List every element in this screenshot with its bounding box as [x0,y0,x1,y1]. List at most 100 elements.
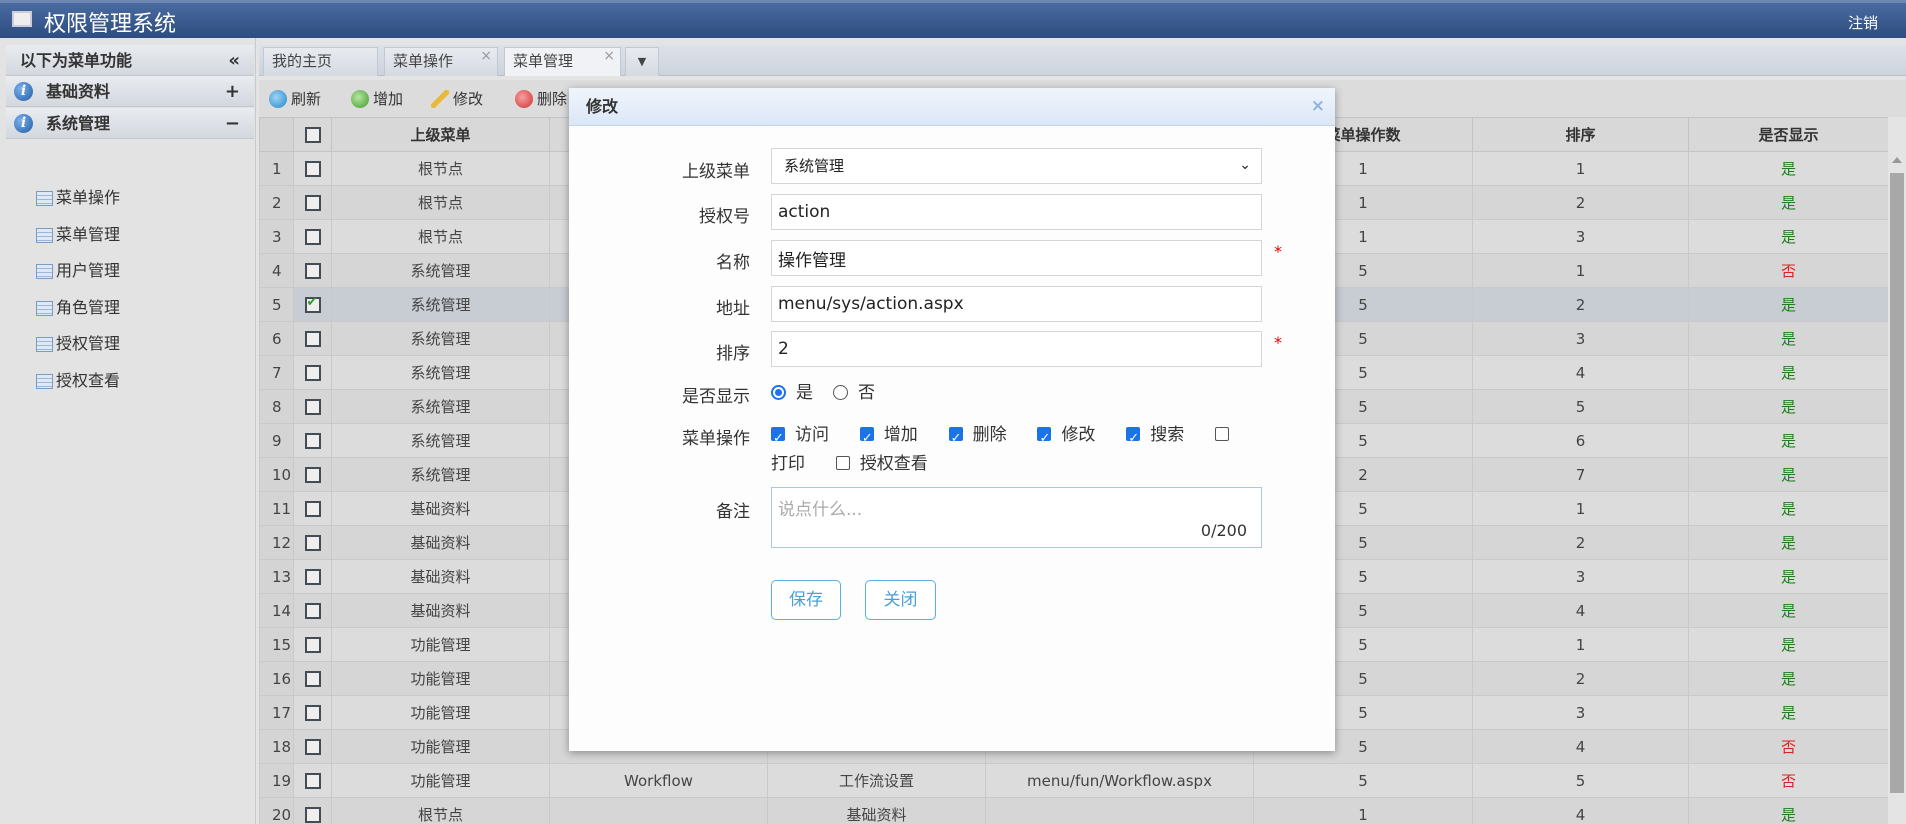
checkbox[interactable] [304,467,321,483]
scroll-up-icon[interactable] [1892,157,1902,163]
sidebar-item[interactable]: 菜单管理 [36,220,120,250]
row-checkbox[interactable] [293,525,332,560]
tab-dropdown-button[interactable]: ▼ [625,47,659,76]
row-checkbox[interactable] [293,253,332,288]
scroll-thumb[interactable] [1890,173,1904,793]
collapse-group-icon[interactable]: − [225,108,240,139]
logout-link[interactable]: 注销 [1848,12,1878,33]
row-checkbox[interactable] [293,491,332,526]
checkbox[interactable] [304,433,321,449]
row-checkbox[interactable] [293,219,332,254]
add-button[interactable]: 增加 [351,88,403,110]
row-checkbox[interactable] [293,661,332,696]
refresh-button[interactable]: 刷新 [269,88,321,110]
checkbox[interactable] [304,229,321,245]
sidebar-group-basic[interactable]: i 基础资料 + [6,76,254,107]
tab-menu-manage[interactable]: 菜单管理 × [504,47,621,76]
column-header[interactable] [259,117,294,152]
tab-menu-ops[interactable]: 菜单操作 × [384,47,498,76]
row-checkbox[interactable] [293,593,332,628]
row-checkbox[interactable] [293,763,332,798]
op-checkbox[interactable]: 增加 [859,424,939,453]
table-cell: 根节点 [331,797,550,824]
delete-button[interactable]: 删除 [515,88,567,110]
checkbox-icon[interactable] [1126,424,1141,453]
sidebar-item[interactable]: 授权管理 [36,329,120,359]
sidebar-item[interactable]: 用户管理 [36,256,120,286]
close-icon[interactable]: × [603,43,615,70]
checkbox[interactable] [304,807,321,823]
row-checkbox[interactable] [293,457,332,492]
checkbox[interactable] [304,295,321,313]
row-checkbox[interactable] [293,423,332,458]
collapse-icon[interactable]: « [228,45,240,76]
checkbox[interactable] [304,739,321,755]
sidebar-group-system[interactable]: i 系统管理 − [6,108,254,139]
column-header[interactable]: 上级菜单 [331,117,550,152]
row-checkbox[interactable] [293,185,332,220]
expand-icon[interactable]: + [225,76,240,107]
checkbox[interactable] [304,365,321,381]
row-checkbox[interactable] [293,559,332,594]
close-button[interactable]: 关闭 [865,580,936,620]
radio-icon[interactable] [833,385,848,400]
checkbox[interactable] [304,603,321,619]
checkbox[interactable] [304,671,321,687]
note-textarea[interactable]: 说点什么... 0/200 [771,487,1262,548]
op-checkbox[interactable]: 修改 [1037,424,1116,453]
checkbox[interactable] [304,399,321,415]
checkbox-icon[interactable] [1215,427,1230,441]
table-row[interactable]: 19 功能管理 Workflow 工作流设置 menu/fun/Workflow.asp… [259,763,1888,798]
parent-menu-select[interactable]: 系统管理 ⌄ [771,148,1262,184]
close-icon[interactable]: × [1311,96,1325,116]
checkbox[interactable] [304,127,321,143]
column-header[interactable]: 排序 [1472,117,1689,152]
checkbox[interactable] [304,637,321,653]
checkbox[interactable] [304,195,321,211]
edit-button[interactable]: 修改 [431,88,483,110]
row-checkbox[interactable] [293,287,332,322]
checkbox[interactable] [304,501,321,517]
op-checkbox[interactable]: 搜索 [1126,424,1205,453]
op-checkbox[interactable]: 删除 [948,424,1028,453]
sidebar-item[interactable]: 授权查看 [36,366,120,396]
checkbox[interactable] [304,331,321,347]
checkbox[interactable] [304,161,321,177]
checkbox-icon[interactable] [771,424,785,453]
row-checkbox[interactable] [293,389,332,424]
sidebar-item[interactable]: 菜单操作 [36,183,120,213]
table-row[interactable]: 20 根节点 基础资料 1 4 是 [259,797,1888,824]
checkbox-icon[interactable] [859,424,874,453]
checkbox[interactable] [304,773,321,789]
url-input[interactable] [771,286,1262,322]
close-icon[interactable]: × [480,43,492,70]
order-input[interactable] [771,331,1262,367]
radio-icon[interactable] [771,385,786,400]
op-checkbox[interactable]: 访问 [771,424,850,453]
row-checkbox[interactable] [293,729,332,764]
op-checkbox[interactable]: 授权查看 [835,454,943,474]
select-all-checkbox[interactable] [293,117,332,152]
name-input[interactable] [771,240,1262,276]
checkbox[interactable] [304,535,321,551]
save-button[interactable]: 保存 [771,580,841,620]
tab-home[interactable]: 我的主页 [263,47,378,76]
sidebar-item[interactable]: 角色管理 [36,293,120,323]
row-checkbox[interactable] [293,627,332,662]
column-header[interactable]: 是否显示 [1688,117,1888,152]
row-checkbox[interactable] [293,355,332,390]
row-checkbox[interactable] [293,695,332,730]
checkbox-icon[interactable] [835,456,850,470]
visible-radio[interactable]: 是 [771,378,823,403]
checkbox[interactable] [304,705,321,721]
visible-radio[interactable]: 否 [833,378,885,403]
checkbox[interactable] [304,263,321,279]
row-checkbox[interactable] [293,797,332,824]
row-checkbox[interactable] [293,321,332,356]
auth-code-input[interactable] [771,194,1262,230]
checkbox-icon[interactable] [948,424,963,453]
checkbox[interactable] [304,569,321,585]
vertical-scrollbar[interactable] [1888,151,1906,824]
checkbox-icon[interactable] [1037,424,1052,453]
row-checkbox[interactable] [293,151,332,186]
